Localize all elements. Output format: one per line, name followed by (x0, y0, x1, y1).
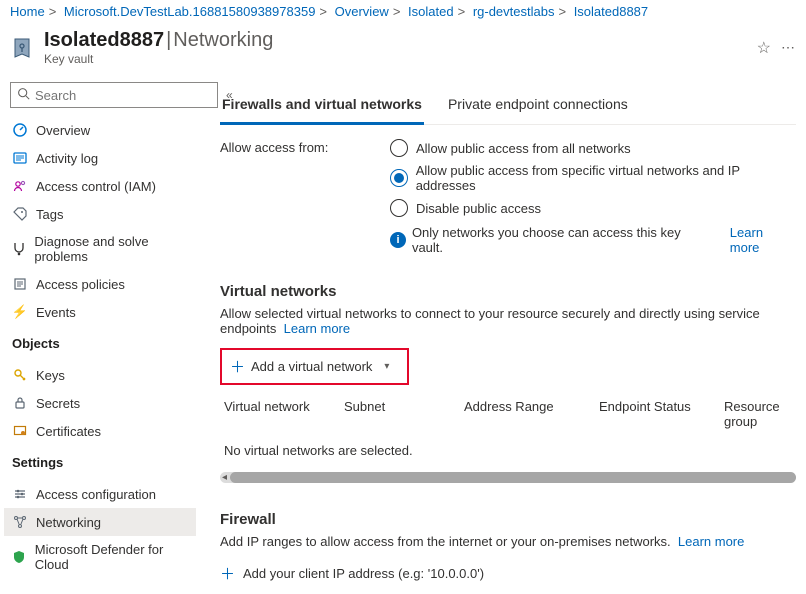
nav-access-config[interactable]: Access configuration (4, 480, 196, 508)
plus-icon: ＋ (230, 356, 245, 377)
secrets-icon (12, 395, 28, 411)
col-endpoint: Endpoint Status (595, 393, 720, 435)
firewall-learn-more[interactable]: Learn more (678, 534, 744, 549)
nav-heading-settings: Settings (4, 445, 196, 474)
radio-all-networks[interactable]: Allow public access from all networks (390, 139, 796, 157)
plus-icon: ＋ (220, 563, 235, 584)
access-learn-more[interactable]: Learn more (730, 225, 796, 255)
nav-overview[interactable]: Overview (4, 116, 196, 144)
crumb[interactable]: Overview (335, 4, 389, 19)
nav-defender[interactable]: Microsoft Defender for Cloud (4, 536, 196, 578)
vnet-heading: Virtual networks (220, 283, 796, 300)
vnet-desc: Allow selected virtual networks to conne… (220, 306, 796, 336)
defender-icon (12, 549, 27, 565)
nav-secrets[interactable]: Secrets (4, 389, 196, 417)
search-input[interactable] (10, 82, 218, 108)
nav-networking[interactable]: Networking (4, 508, 196, 536)
sidebar: « Overview Activity log Access control (… (0, 80, 196, 594)
add-vnet-button[interactable]: ＋ Add a virtual network ▾ (220, 348, 409, 385)
tab-private-endpoints[interactable]: Private endpoint connections (446, 88, 630, 124)
activity-log-icon (12, 150, 28, 166)
crumb[interactable]: Home (10, 4, 45, 19)
page-title: Isolated8887|Networking (44, 29, 747, 52)
tags-icon (12, 206, 28, 222)
nav-heading-objects: Objects (4, 326, 196, 355)
crumb[interactable]: Microsoft.DevTestLab.16881580938978359 (64, 4, 316, 19)
nav-access-control[interactable]: Access control (IAM) (4, 172, 196, 200)
nav-access-policies[interactable]: Access policies (4, 270, 196, 298)
radio-disable-public[interactable]: Disable public access (390, 199, 796, 217)
search-icon (17, 87, 30, 103)
nav-diagnose[interactable]: Diagnose and solve problems (4, 228, 196, 270)
crumb[interactable]: Isolated8887 (574, 4, 648, 19)
vnet-empty: No virtual networks are selected. (220, 435, 796, 466)
tab-firewalls[interactable]: Firewalls and virtual networks (220, 88, 424, 125)
col-subnet: Subnet (340, 393, 460, 435)
main-content: Firewalls and virtual networks Private e… (196, 80, 806, 594)
certificates-icon (12, 423, 28, 439)
radio-selected-networks[interactable]: Allow public access from specific virtua… (390, 163, 796, 193)
col-range: Address Range (460, 393, 595, 435)
breadcrumb: Home> Microsoft.DevTestLab.1688158093897… (0, 0, 806, 23)
resource-type: Key vault (44, 52, 747, 66)
col-rg: Resource group (720, 393, 796, 435)
col-vnet: Virtual network (220, 393, 340, 435)
more-menu-icon[interactable]: ⋯ (781, 39, 796, 56)
nav-objects: Keys Secrets Certificates (4, 361, 196, 445)
overview-icon (12, 122, 28, 138)
h-scrollbar[interactable]: ◂ (220, 472, 796, 483)
nav-activity-log[interactable]: Activity log (4, 144, 196, 172)
keys-icon (12, 367, 28, 383)
favorite-icon[interactable]: ☆ (757, 38, 771, 58)
firewall-heading: Firewall (220, 511, 796, 528)
nav-settings: Access configuration Networking Microsof… (4, 480, 196, 578)
tabs: Firewalls and virtual networks Private e… (220, 88, 796, 125)
vnet-learn-more[interactable]: Learn more (284, 321, 350, 336)
firewall-desc: Add IP ranges to allow access from the i… (220, 534, 796, 549)
access-policies-icon (12, 276, 28, 292)
networking-icon (12, 514, 28, 530)
crumb[interactable]: rg-devtestlabs (473, 4, 555, 19)
access-config-icon (12, 486, 28, 502)
events-icon: ⚡ (12, 304, 28, 320)
nav-keys[interactable]: Keys (4, 361, 196, 389)
crumb[interactable]: Isolated (408, 4, 454, 19)
access-control-icon (12, 178, 28, 194)
nav-events[interactable]: ⚡Events (4, 298, 196, 326)
add-client-ip-button[interactable]: ＋ Add your client IP address (e.g: '10.0… (220, 563, 796, 584)
nav-tags[interactable]: Tags (4, 200, 196, 228)
diagnose-icon (12, 241, 26, 257)
title-bar: Isolated8887|Networking Key vault ☆ ⋯ (0, 23, 806, 80)
info-icon: i (390, 232, 406, 248)
access-radio-group: Allow public access from all networks Al… (390, 139, 796, 217)
access-info: i Only networks you choose can access th… (390, 225, 796, 255)
vnet-table: Virtual network Subnet Address Range End… (220, 393, 796, 483)
chevron-down-icon: ▾ (384, 361, 389, 372)
nav-certificates[interactable]: Certificates (4, 417, 196, 445)
allow-access-label: Allow access from: (220, 139, 350, 255)
nav-primary: Overview Activity log Access control (IA… (4, 116, 196, 326)
keyvault-icon (10, 36, 34, 60)
